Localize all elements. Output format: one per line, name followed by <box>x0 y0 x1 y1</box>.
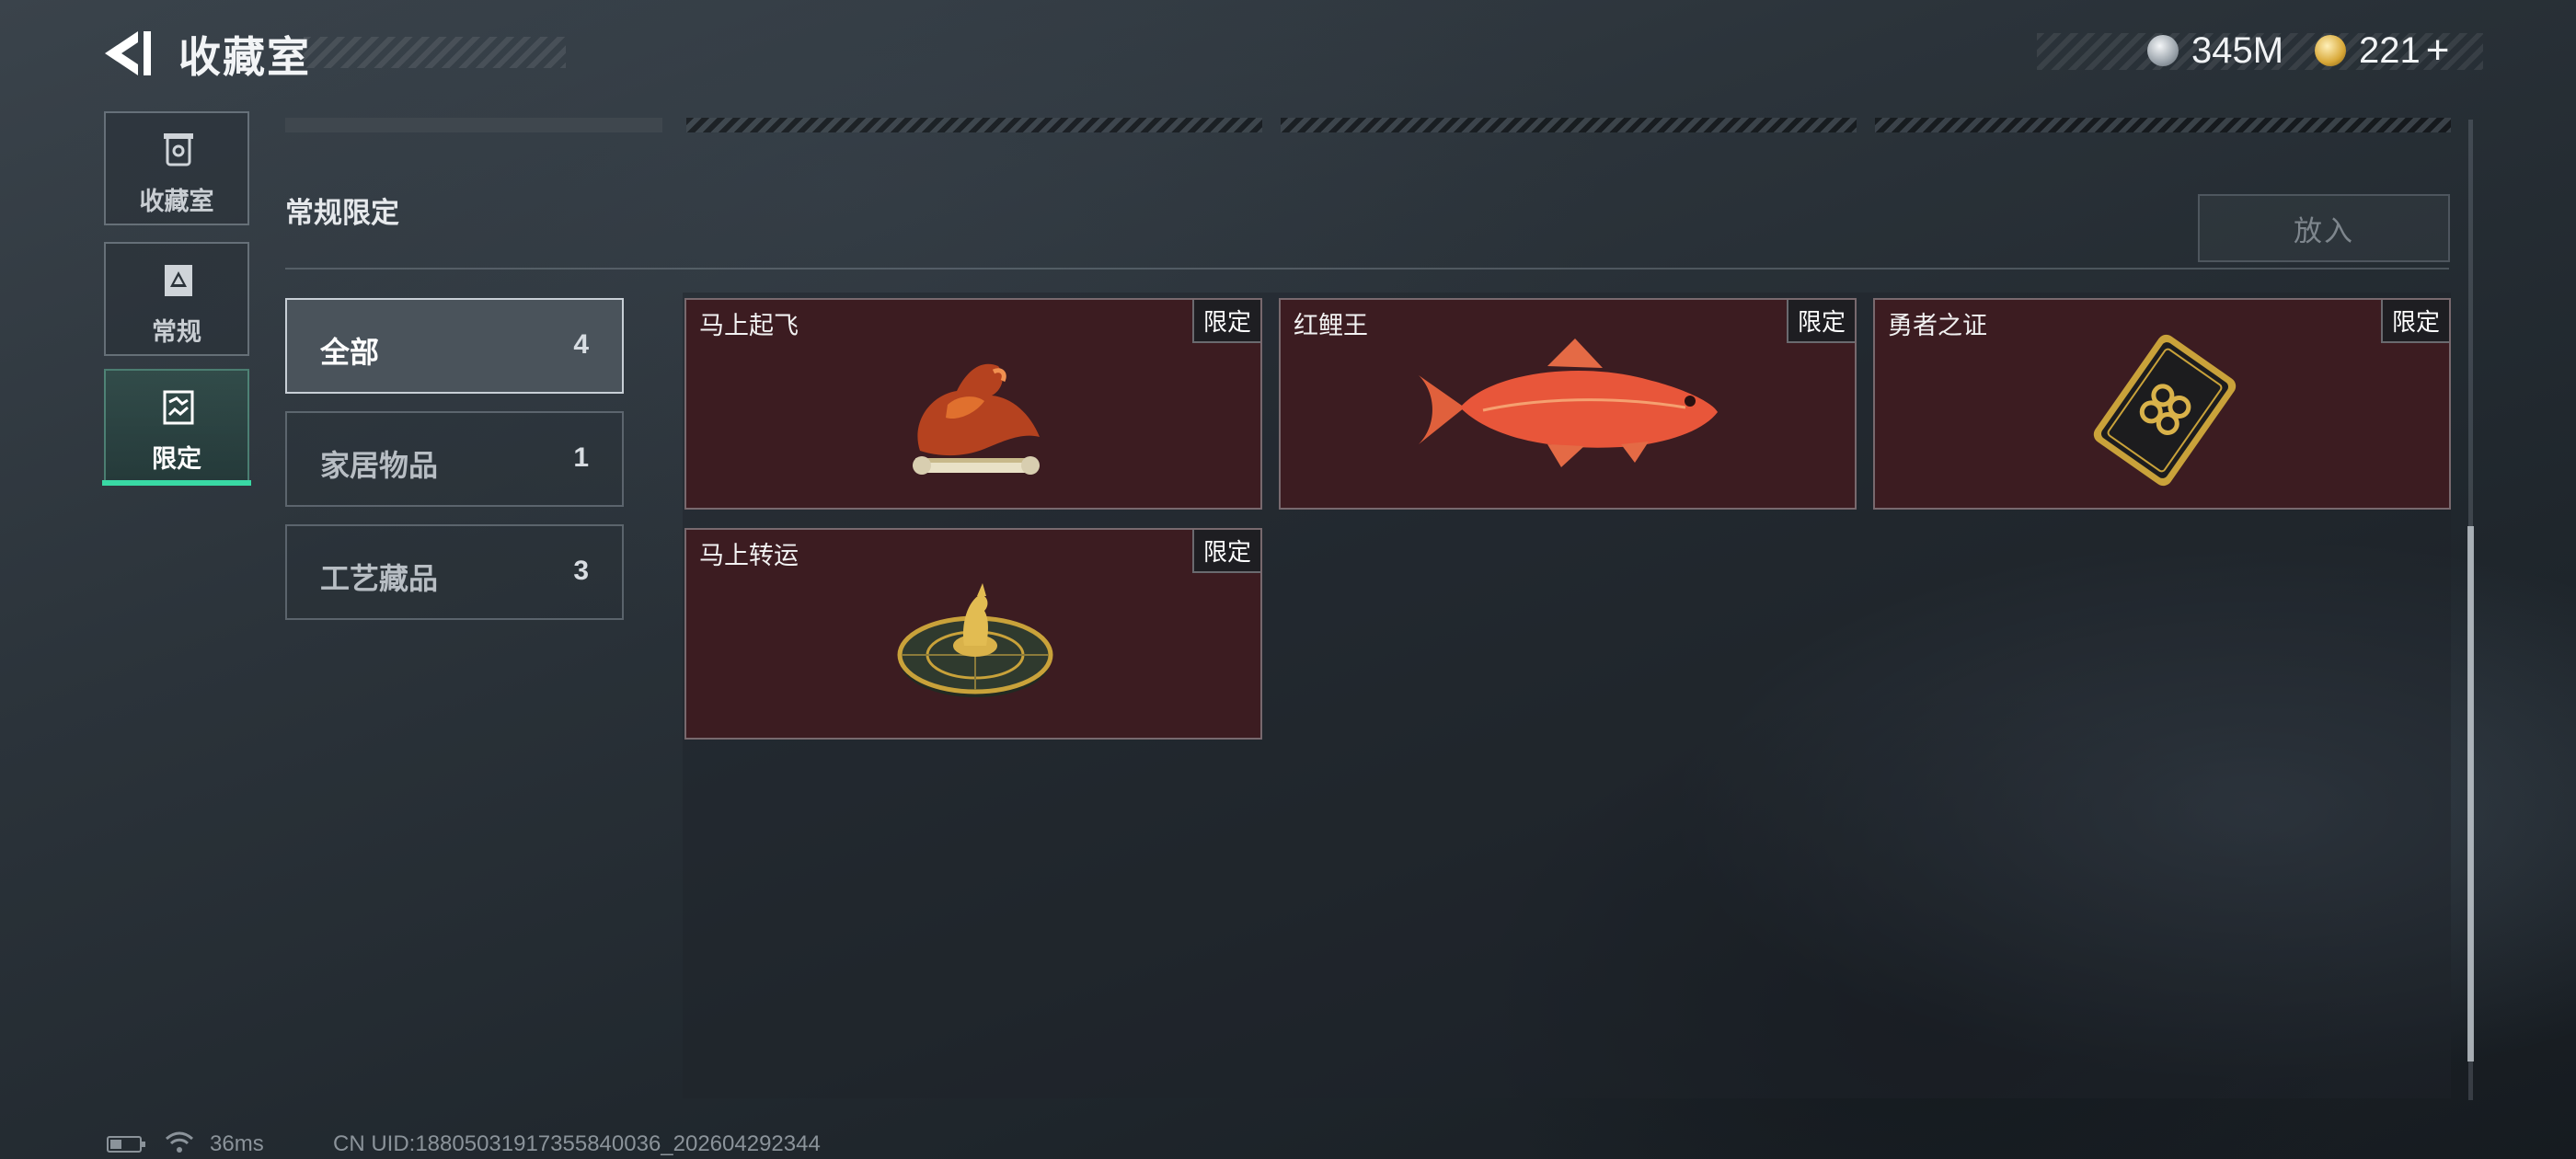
fortune-dial-icon <box>897 583 1053 697</box>
sidebar-item-collection-room[interactable]: 收藏室 <box>104 111 249 225</box>
silver-coin-icon <box>2147 35 2179 66</box>
item-name: 红鲤王 <box>1294 312 1368 340</box>
limited-badge: 限定 <box>2380 300 2449 343</box>
limited-badge: 限定 <box>1786 300 1855 343</box>
section-divider <box>285 268 2449 270</box>
item-card[interactable]: 马上起飞 限定 <box>684 298 1262 510</box>
back-arrow-icon <box>105 31 151 75</box>
uid-text: CN UID:18805031917355840036_202604292344 <box>333 1131 821 1156</box>
silver-currency-value: 345M <box>2191 29 2284 71</box>
filter-crafts[interactable]: 工艺藏品 3 <box>285 524 624 620</box>
scrolled-card-edge <box>1875 118 2451 132</box>
filter-count: 3 <box>573 556 589 586</box>
battery-icon <box>107 1135 147 1157</box>
sidebar-item-limited[interactable]: 限定 <box>104 369 249 483</box>
scrolled-card-edge <box>1281 118 1857 132</box>
section-title: 常规限定 <box>285 197 399 230</box>
gold-card-icon <box>2093 334 2237 487</box>
active-tab-indicator <box>102 480 251 486</box>
filter-label: 工艺藏品 <box>320 561 439 596</box>
sidebar-item-label: 常规 <box>152 318 201 347</box>
filter-count: 4 <box>573 329 589 360</box>
scrolled-card-edge <box>686 118 1262 132</box>
horse-figurine-icon <box>913 363 1040 475</box>
filter-all[interactable]: 全部 4 <box>285 298 624 394</box>
item-card[interactable]: 红鲤王 限定 <box>1279 298 1857 510</box>
regular-card-icon <box>165 265 192 296</box>
back-button[interactable] <box>101 26 156 81</box>
add-currency-button[interactable]: + <box>2426 28 2450 74</box>
gold-currency-value: 221 <box>2359 29 2421 71</box>
filter-household[interactable]: 家居物品 1 <box>285 411 624 507</box>
gold-currency[interactable]: 221 + <box>2315 28 2449 74</box>
title-decoration <box>304 37 566 68</box>
limited-map-icon <box>163 390 194 425</box>
limited-badge: 限定 <box>1191 530 1260 573</box>
silver-currency: 345M <box>2147 28 2283 74</box>
item-name: 马上起飞 <box>699 312 799 340</box>
item-card[interactable]: 马上转运 限定 <box>684 528 1262 740</box>
filter-label: 家居物品 <box>320 448 439 483</box>
limited-badge: 限定 <box>1191 300 1260 343</box>
sidebar-item-regular[interactable]: 常规 <box>104 242 249 356</box>
item-name: 马上转运 <box>699 542 799 570</box>
put-in-button[interactable]: 放入 <box>2198 194 2450 262</box>
scrolled-filter-edge <box>285 118 662 132</box>
latency-readout: 36ms <box>210 1131 264 1156</box>
page-title: 收藏室 <box>178 32 311 82</box>
sidebar-item-label: 限定 <box>152 445 201 474</box>
filter-count: 1 <box>573 442 589 473</box>
red-carp-icon <box>1419 339 1718 467</box>
scrollbar-thumb[interactable] <box>2467 526 2474 1061</box>
collection-room-icon <box>164 133 193 166</box>
wifi-icon <box>164 1130 195 1159</box>
gold-triangle-coin-icon <box>2315 35 2346 66</box>
item-card[interactable]: 勇者之证 限定 <box>1873 298 2451 510</box>
item-name: 勇者之证 <box>1888 312 1987 340</box>
filter-label: 全部 <box>320 335 380 370</box>
sidebar-item-label: 收藏室 <box>139 188 214 216</box>
